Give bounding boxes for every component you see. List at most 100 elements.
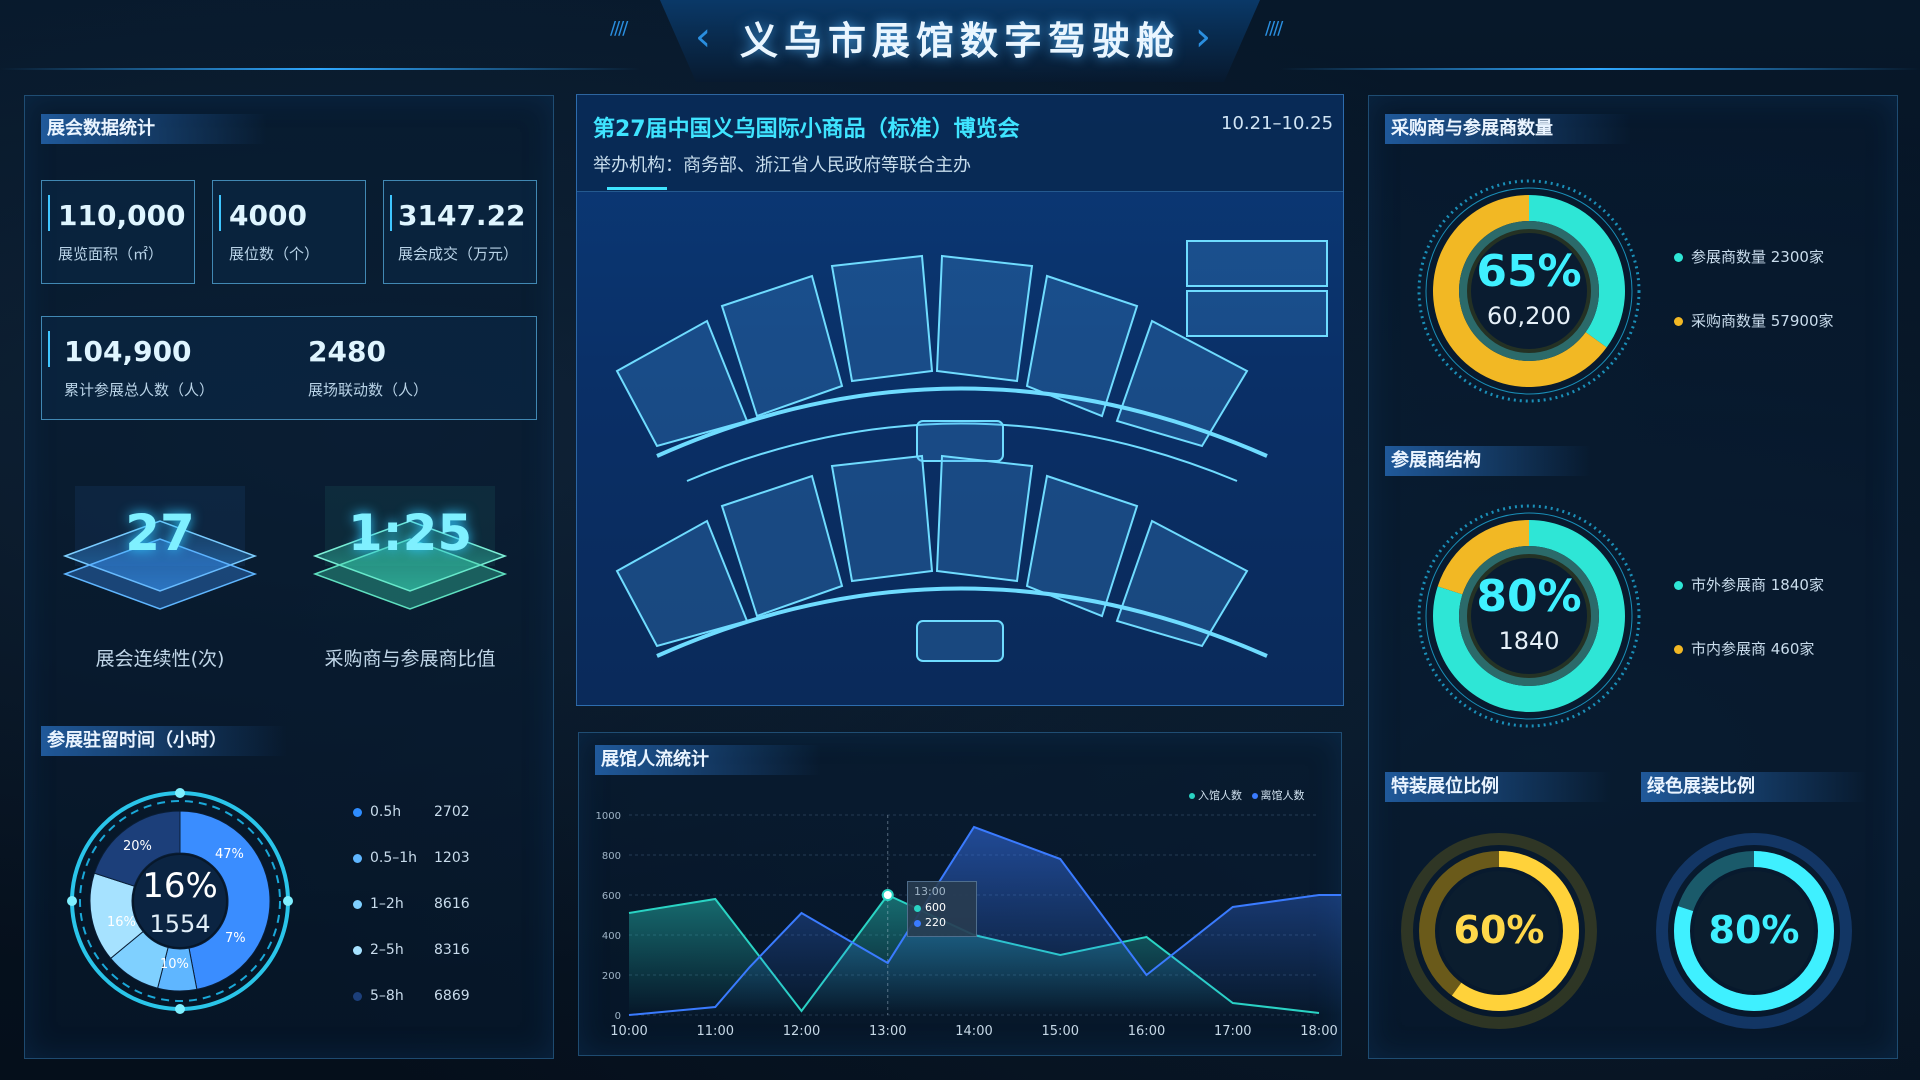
tooltip-time: 13:00 bbox=[914, 885, 946, 898]
legend-dot-icon bbox=[353, 807, 362, 817]
stat-visitor-card: 104,900 累计参展总人数（人） 2480 展场联动数（人） bbox=[41, 316, 537, 420]
ratio-label: 采购商与参展商比值 bbox=[324, 648, 496, 670]
y-tick-label: 600 bbox=[602, 891, 621, 902]
stay-legend-value: 8316 bbox=[434, 942, 470, 958]
legend-dot-icon bbox=[1674, 253, 1683, 262]
donut-legend-label: 市外参展商 1840家 bbox=[1691, 576, 1824, 594]
expo-organizer: 举办机构：商务部、浙江省人民政府等联合主办 bbox=[593, 155, 971, 176]
floor-plan-illustration bbox=[615, 240, 1328, 662]
hover-point bbox=[881, 889, 894, 901]
stat-visitor-value: 104,900 bbox=[64, 335, 192, 368]
structure-section-title: 参展商结构 bbox=[1385, 446, 1591, 476]
series-area bbox=[629, 827, 1341, 1015]
stay-legend-value: 8616 bbox=[434, 896, 470, 912]
y-tick-label: 1000 bbox=[596, 811, 621, 822]
flow-panel: 展馆人流统计 入馆人数 离馆人数 0 200 400 600 800 1000 10:00 1… bbox=[578, 732, 1342, 1056]
stats-section-title: 展会数据统计 bbox=[41, 114, 267, 144]
buyers-total: 60,200 bbox=[1487, 302, 1571, 330]
stay-legend-row: 2–5h 8316 bbox=[353, 942, 533, 988]
stay-legend: 0.5h 2702 0.5–1h 1203 1–2h 8616 2–5h 8316 5–8h 68… bbox=[353, 804, 533, 1034]
structure-pct: 80% bbox=[1476, 571, 1582, 622]
ratio-value: 1:25 bbox=[347, 504, 473, 562]
buyers-pct: 65% bbox=[1476, 246, 1582, 297]
expo-dates: 10.21–10.25 bbox=[1221, 113, 1334, 134]
stat-booth-label: 展位数（个） bbox=[229, 245, 320, 263]
stat-deal-label: 展会成交（万元） bbox=[398, 245, 519, 263]
stay-legend-label: 5–8h bbox=[370, 988, 404, 1004]
stay-legend-label: 1–2h bbox=[370, 896, 404, 912]
stay-section-title: 参展驻留时间（小时） bbox=[41, 726, 287, 756]
header-right-line bbox=[1280, 68, 1920, 70]
expo-info-bar: 第27届中国义乌国际小商品（标准）博览会 10.21–10.25 举办机构：商务… bbox=[577, 95, 1343, 192]
flow-tooltip: 13:00 600 220 bbox=[907, 881, 977, 937]
x-tick-label: 18:00 bbox=[1300, 1024, 1337, 1039]
header-left-line bbox=[0, 68, 640, 70]
y-tick-label: 0 bbox=[615, 1011, 621, 1022]
stay-legend-label: 0.5h bbox=[370, 804, 402, 820]
x-tick-label: 15:00 bbox=[1042, 1024, 1079, 1039]
donut-legend-label: 市内参展商 460家 bbox=[1691, 640, 1815, 658]
donut-legend-row: 采购商数量 57900家 bbox=[1674, 310, 1884, 374]
legend-out-label: 离馆人数 bbox=[1260, 789, 1305, 802]
x-tick-label: 11:00 bbox=[697, 1024, 734, 1039]
x-tick-label: 13:00 bbox=[869, 1024, 906, 1039]
flow-section-title: 展馆人流统计 bbox=[595, 745, 821, 775]
stay-slice-label: 10% bbox=[160, 957, 189, 972]
stay-legend-label: 0.5–1h bbox=[370, 850, 418, 866]
stay-legend-value: 1203 bbox=[434, 850, 470, 866]
stripes-left-icon: //// bbox=[610, 18, 628, 39]
stat-visitor-label: 累计参展总人数（人） bbox=[64, 381, 215, 399]
stay-legend-value: 2702 bbox=[434, 804, 470, 820]
stay-legend-value: 6869 bbox=[434, 988, 470, 1004]
stat-booth-value: 4000 bbox=[229, 199, 307, 232]
structure-legend: 市外参展商 1840家 市内参展商 460家 bbox=[1674, 574, 1884, 702]
page-title: 义乌市展馆数字驾驶舱 bbox=[739, 19, 1180, 63]
structure-total: 1840 bbox=[1498, 627, 1560, 655]
x-tick-label: 17:00 bbox=[1214, 1024, 1251, 1039]
continuity-value: 27 bbox=[125, 504, 195, 562]
buyers-section-title: 采购商与参展商数量 bbox=[1385, 114, 1631, 144]
stat-linkage-value: 2480 bbox=[308, 335, 386, 368]
legend-dot-icon bbox=[353, 853, 362, 863]
x-tick-label: 12:00 bbox=[783, 1024, 820, 1039]
special-pct: 60% bbox=[1453, 908, 1545, 952]
legend-in-label: 入馆人数 bbox=[1198, 789, 1242, 802]
legend-dot-icon bbox=[353, 991, 362, 1001]
y-tick-label: 400 bbox=[602, 931, 621, 942]
header: //// //// ‹ › 义乌市展馆数字驾驶舱 bbox=[0, 0, 1920, 95]
legend-dot-icon bbox=[1674, 317, 1683, 326]
stay-slice-label: 47% bbox=[215, 847, 244, 862]
donut-legend-label: 采购商数量 57900家 bbox=[1691, 312, 1834, 330]
stay-slice-label: 20% bbox=[123, 839, 152, 854]
tooltip-in: 600 bbox=[925, 901, 946, 914]
stat-area-value: 110,000 bbox=[58, 199, 186, 232]
x-tick-label: 14:00 bbox=[955, 1024, 992, 1039]
x-tick-label: 10:00 bbox=[610, 1024, 647, 1039]
right-panel: 采购商与参展商数量 65% 60,200 参展商数量 2300家 采购商数量 57… bbox=[1368, 95, 1898, 1059]
y-tick-label: 200 bbox=[602, 971, 621, 982]
continuity-label: 展会连续性(次) bbox=[95, 648, 225, 670]
donut-legend-row: 市内参展商 460家 bbox=[1674, 638, 1884, 702]
stay-legend-row: 0.5h 2702 bbox=[353, 804, 533, 850]
stay-center-value: 1554 bbox=[149, 910, 211, 938]
green-section-title: 绿色展装比例 bbox=[1641, 772, 1867, 802]
donut-legend-row: 市外参展商 1840家 bbox=[1674, 574, 1884, 638]
buyers-legend: 参展商数量 2300家 采购商数量 57900家 bbox=[1674, 246, 1884, 374]
donut-legend-label: 参展商数量 2300家 bbox=[1691, 248, 1824, 266]
stat-booth-card: 4000 展位数（个） bbox=[212, 180, 366, 284]
stay-legend-label: 2–5h bbox=[370, 942, 404, 958]
stat-area-label: 展览面积（㎡） bbox=[58, 245, 164, 263]
x-tick-label: 16:00 bbox=[1128, 1024, 1165, 1039]
stay-ring-node bbox=[175, 788, 185, 798]
stay-legend-row: 0.5–1h 1203 bbox=[353, 850, 533, 896]
special-section-title: 特装展位比例 bbox=[1385, 772, 1611, 802]
legend-dot-icon bbox=[353, 945, 362, 955]
tooltip-out: 220 bbox=[925, 916, 946, 929]
expo-name: 第27届中国义乌国际小商品（标准）博览会 bbox=[593, 117, 1020, 142]
stat-deal-card: 3147.22 展会成交（万元） bbox=[383, 180, 537, 284]
stay-legend-row: 1–2h 8616 bbox=[353, 896, 533, 942]
stay-legend-row: 5–8h 6869 bbox=[353, 988, 533, 1034]
left-panel: 展会数据统计 110,000 展览面积（㎡） 4000 展位数（个） 3147.… bbox=[24, 95, 554, 1059]
legend-dot-icon bbox=[1674, 581, 1683, 590]
stat-area-card: 110,000 展览面积（㎡） bbox=[41, 180, 195, 284]
